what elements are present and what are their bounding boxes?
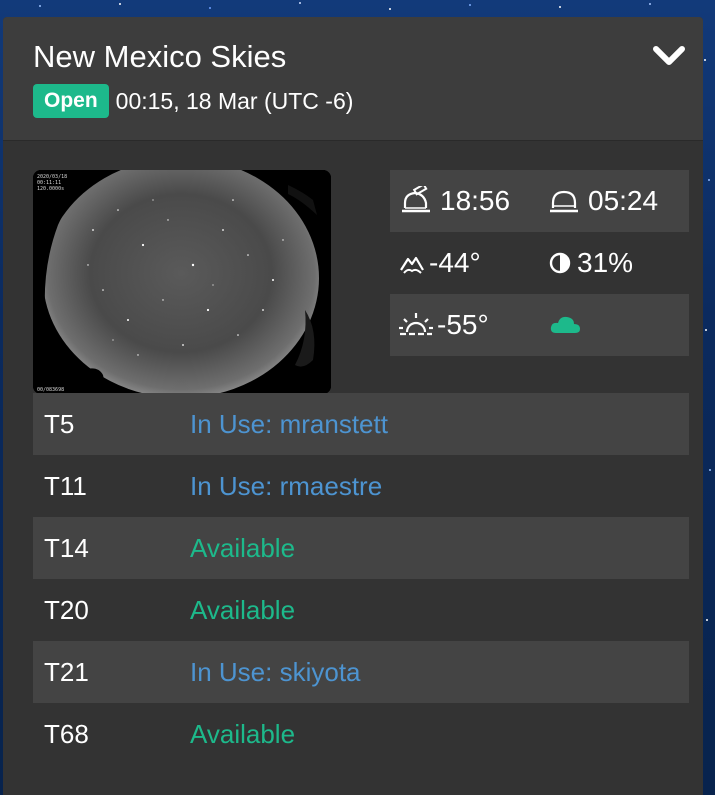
mountain-cloud-icon: [400, 256, 424, 274]
telescope-row-t5[interactable]: T5 In Use: mranstett: [33, 393, 689, 455]
telescope-name: T11: [44, 470, 87, 501]
chevron-down-icon: [653, 46, 685, 65]
telescope-row-t11[interactable]: T11 In Use: rmaestre: [33, 455, 689, 517]
moon-illumination: 31%: [577, 247, 634, 278]
telescope-name: T20: [44, 594, 89, 625]
sun-altitude-value: -55°: [437, 309, 489, 340]
telescope-row-t21[interactable]: T21 In Use: skiyota: [33, 641, 689, 703]
all-sky-camera-image[interactable]: 2020/03/18 00:11:11 120.0000s 00/083698: [33, 170, 331, 394]
telescope-name: T5: [44, 408, 75, 439]
observatory-open-icon: [402, 186, 430, 213]
status-row: Open 00:15, 18 Mar (UTC -6): [33, 84, 353, 118]
sun-horizon-icon: [399, 313, 433, 336]
weather-row-sun-clouds: -55°: [390, 294, 689, 356]
telescope-status-available: Available: [190, 718, 296, 749]
cloud-cell: [548, 294, 582, 356]
half-moon-icon: [549, 252, 571, 274]
telescope-row-t68[interactable]: T68 Available: [33, 703, 689, 765]
sunrise-cell: 05:24: [548, 170, 658, 232]
collapse-toggle-button[interactable]: [649, 41, 689, 71]
weather-panel: 18:56 05:24 -44° 31% -55°: [390, 170, 689, 358]
telescope-status-available: Available: [190, 594, 296, 625]
all-sky-photo: 2020/03/18 00:11:11 120.0000s 00/083698: [33, 170, 331, 394]
dewpoint-value: -44°: [429, 247, 481, 278]
telescope-status-in-use[interactable]: In Use: rmaestre: [190, 471, 382, 502]
card-header[interactable]: New Mexico Skies Open 00:15, 18 Mar (UTC…: [3, 17, 703, 141]
sunset-cell: 18:56: [400, 170, 510, 232]
telescope-list: T5 In Use: mranstett T11 In Use: rmaestre T1…: [33, 393, 689, 765]
sunset-time: 18:56: [440, 185, 511, 216]
telescope-status-available: Available: [190, 532, 296, 563]
sunrise-time: 05:24: [588, 185, 659, 216]
telescope-row-t14[interactable]: T14 Available: [33, 517, 689, 579]
observatory-closed-icon: [550, 190, 578, 213]
allsky-exposure-label: 120.0000s: [37, 186, 64, 192]
weather-row-sun-times: 18:56 05:24: [390, 170, 689, 232]
telescope-name: T14: [44, 532, 89, 563]
telescope-row-t20[interactable]: T20 Available: [33, 579, 689, 641]
dewpoint-cell: -44°: [398, 232, 481, 294]
local-datetime: 00:15, 18 Mar (UTC -6): [115, 87, 354, 114]
telescope-name: T68: [44, 718, 89, 749]
sun-altitude-cell: -55°: [398, 294, 489, 356]
cloud-icon: [550, 316, 580, 333]
telescope-name: T21: [44, 656, 89, 687]
telescope-status-in-use[interactable]: In Use: mranstett: [190, 409, 388, 440]
site-title: New Mexico Skies: [33, 39, 287, 74]
weather-row-dew-moon: -44° 31%: [390, 232, 689, 294]
observatory-card: New Mexico Skies Open 00:15, 18 Mar (UTC…: [3, 17, 703, 795]
telescope-status-in-use[interactable]: In Use: skiyota: [190, 657, 361, 688]
moon-cell: 31%: [548, 232, 633, 294]
status-badge: Open: [33, 84, 109, 118]
